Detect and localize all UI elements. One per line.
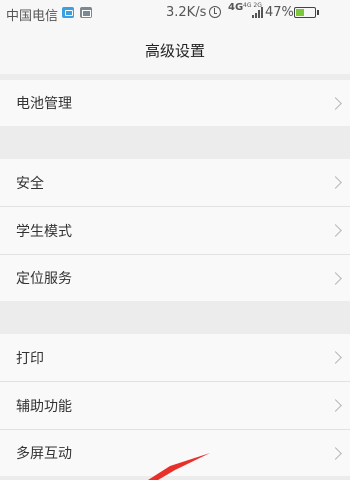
chevron-right-icon: [329, 446, 342, 460]
chevron-right-icon: [329, 224, 342, 237]
settings-item-label: 打印: [16, 350, 44, 367]
chevron-right-icon: [329, 399, 342, 412]
battery-percent: 47%: [265, 5, 294, 20]
image-notification-icon: [80, 7, 92, 18]
sim-card-icon: [62, 7, 74, 18]
settings-screen: 中国电信 3.2K/s 4G 4G 2G 47% 高级设置 电池管理 安全 学生…: [0, 0, 350, 480]
alarm-clock-icon: [209, 6, 221, 18]
signal-strength-icon: [252, 7, 263, 18]
chevron-right-icon: [329, 96, 342, 110]
network-type-4g: 4G: [228, 2, 244, 13]
settings-item-location-services[interactable]: 定位服务: [0, 255, 350, 301]
settings-item-label: 安全: [16, 175, 44, 192]
chevron-right-icon: [329, 271, 342, 285]
carrier-name: 中国电信: [6, 9, 59, 24]
chevron-right-icon: [329, 351, 342, 364]
settings-item-label: 定位服务: [16, 271, 72, 287]
settings-item-label: 多屏互动: [16, 446, 72, 462]
network-speed: 3.2K/s: [166, 5, 207, 20]
page-title: 高级设置: [144, 41, 205, 60]
settings-item-label: 学生模式: [16, 223, 72, 240]
page-header: 高级设置: [0, 26, 350, 74]
settings-item-label: 辅助功能: [16, 398, 72, 415]
settings-item-label: 电池管理: [16, 96, 72, 112]
settings-item-student-mode[interactable]: 学生模式: [0, 207, 350, 254]
chevron-right-icon: [329, 176, 342, 189]
settings-item-accessibility[interactable]: 辅助功能: [0, 382, 350, 429]
settings-item-battery-management[interactable]: 电池管理: [0, 80, 350, 126]
settings-item-multi-screen-interaction[interactable]: 多屏互动: [0, 430, 350, 476]
settings-item-security[interactable]: 安全: [0, 159, 350, 206]
battery-level-fill: [296, 9, 304, 16]
settings-item-print[interactable]: 打印: [0, 334, 350, 381]
status-bar: 中国电信 3.2K/s 4G 4G 2G 47%: [0, 0, 350, 26]
battery-icon: [294, 7, 319, 18]
